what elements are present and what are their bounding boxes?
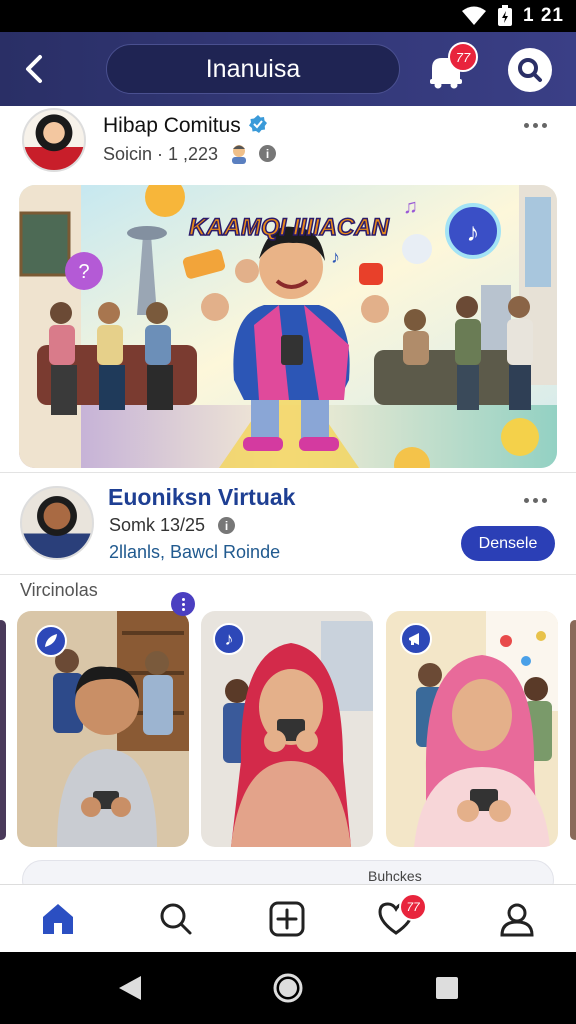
action-button[interactable]: Densele xyxy=(461,526,555,561)
face-emoji-icon xyxy=(232,145,246,164)
svg-text:♫: ♫ xyxy=(403,196,418,218)
svg-text:♪: ♪ xyxy=(331,247,340,267)
add-post-icon xyxy=(269,901,305,937)
info-icon[interactable]: i xyxy=(218,517,235,534)
post-author-avatar[interactable] xyxy=(20,486,94,560)
home-icon xyxy=(43,904,73,934)
partial-row-label: Buhckes xyxy=(368,868,422,884)
post-link[interactable]: 2llanls, Bawcl Roinde xyxy=(109,542,280,563)
search-button[interactable] xyxy=(508,48,552,92)
system-home-button[interactable] xyxy=(268,968,308,1008)
square-recents-icon xyxy=(436,977,458,999)
battery-icon xyxy=(498,5,513,26)
system-recents-button[interactable] xyxy=(427,968,467,1008)
circle-home-icon xyxy=(273,973,303,1003)
status-icons: 1 21 xyxy=(461,4,564,28)
bottom-navigation: 77 xyxy=(0,884,576,952)
story-card-edge-left[interactable] xyxy=(0,620,6,840)
svg-text:♪: ♪ xyxy=(467,217,480,247)
music-note-icon: ♪ xyxy=(224,628,234,649)
svg-text:?: ? xyxy=(78,261,89,283)
notification-badge: 77 xyxy=(448,42,478,72)
story-badge xyxy=(400,623,432,655)
info-icon[interactable]: i xyxy=(259,145,276,162)
activity-badge: 77 xyxy=(399,893,427,921)
megaphone-icon xyxy=(409,633,419,645)
feather-icon xyxy=(45,634,57,647)
section-divider xyxy=(0,574,576,575)
story-badge: ♪ xyxy=(213,623,245,655)
status-bar: 1 21 xyxy=(0,0,576,32)
story-badge xyxy=(35,625,67,657)
system-navigation-bar xyxy=(0,952,576,1024)
verified-badge-icon xyxy=(249,115,267,133)
nav-create[interactable] xyxy=(267,899,307,939)
post-author-name[interactable]: Euoniksn Virtuak xyxy=(108,484,295,511)
nav-profile[interactable] xyxy=(497,899,537,939)
section-title: Vircinolas xyxy=(20,580,98,600)
post-meta: Soicin · 1 ,223 xyxy=(103,144,219,164)
search-icon xyxy=(160,903,192,935)
post-more-options-button[interactable] xyxy=(518,490,552,510)
back-button[interactable] xyxy=(14,49,54,89)
post-more-options-button[interactable] xyxy=(518,115,552,135)
post-divider xyxy=(0,472,576,473)
hero-banner-text: KAAMQI IIIIACAN xyxy=(189,214,390,241)
status-time: 1 21 xyxy=(523,5,564,26)
wifi-icon xyxy=(462,6,487,25)
post-meta: Somk 13/25 xyxy=(109,515,206,535)
triangle-back-icon xyxy=(119,976,141,1000)
post-author-name[interactable]: Hibap Comitus xyxy=(103,114,241,138)
profile-icon xyxy=(500,903,534,937)
nav-search[interactable] xyxy=(156,899,196,939)
story-menu-button[interactable] xyxy=(171,592,195,616)
chevron-left-icon xyxy=(26,55,42,83)
system-back-button[interactable] xyxy=(110,968,150,1008)
post-hero-illustration[interactable]: ? ♪ ♫ ♪ KAAMQI IIIIACAN xyxy=(19,185,557,468)
app-header: Inanuisa 77 xyxy=(0,32,576,106)
search-icon xyxy=(518,58,542,82)
post-author-avatar[interactable] xyxy=(22,108,86,172)
page-title: Inanuisa xyxy=(205,54,301,83)
nav-home[interactable] xyxy=(38,899,78,939)
title-pill: Inanuisa xyxy=(106,44,400,94)
story-card-edge-right[interactable] xyxy=(570,620,576,840)
